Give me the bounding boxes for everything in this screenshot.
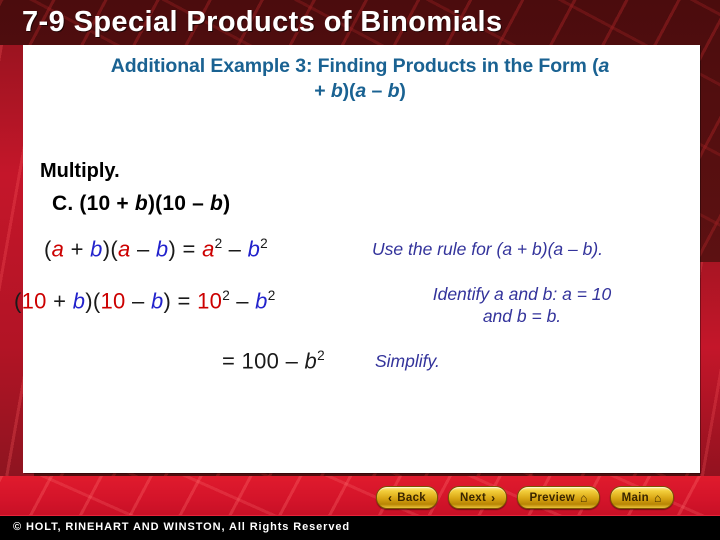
subtitle-line-1: Additional Example 3: Finding Products i… (110, 55, 610, 77)
example-subtitle: Additional Example 3: Finding Products i… (0, 54, 720, 104)
chevron-right-icon: › (491, 490, 496, 505)
equation-note-simplify: Simplify. (375, 351, 440, 371)
main-button[interactable]: Main ⌂ (609, 486, 674, 509)
equation-row-simplify: = 100 – b2 (222, 348, 325, 374)
slide-root: 7-9 Special Products of Binomials Additi… (0, 0, 720, 540)
subtitle-line-2: + b)(a – b) (314, 80, 406, 102)
copyright-notice: © HOLT, RINEHART AND WINSTON, All Rights… (13, 521, 351, 533)
instruction-label: Multiply. (40, 160, 120, 182)
note-substitute-line-2: and b = b. (482, 306, 562, 326)
main-button-label: Main (621, 491, 649, 504)
preview-button[interactable]: Preview ⌂ (517, 486, 600, 509)
preview-button-label: Preview (529, 491, 576, 504)
next-button[interactable]: Next › (448, 486, 508, 509)
equation-note-rule: Use the rule for (a + b)(a – b). (372, 239, 604, 259)
home-icon: ⌂ (653, 490, 662, 505)
navigation-bar: ‹ Back Next › Preview ⌂ Main ⌂ (376, 486, 674, 509)
equation-row-rule: (a + b)(a – b) = a2 – b2 (44, 236, 268, 262)
right-red-strip (700, 262, 720, 476)
equation-row-substitute: (10 + b)(10 – b) = 102 – b2 (14, 288, 276, 314)
problem-statement: C. (10 + b)(10 – b) (52, 192, 231, 215)
home-icon: ⌂ (580, 490, 588, 505)
back-button-label: Back (397, 491, 426, 504)
page-title: 7-9 Special Products of Binomials (22, 6, 503, 38)
chevron-left-icon: ‹ (388, 490, 393, 505)
next-button-label: Next (460, 491, 487, 504)
note-substitute-line-1: Identify a and b: a = 10 (432, 284, 612, 304)
back-button[interactable]: ‹ Back (376, 486, 438, 509)
equation-note-substitute: Identify a and b: a = 10 and b = b. (372, 283, 672, 327)
